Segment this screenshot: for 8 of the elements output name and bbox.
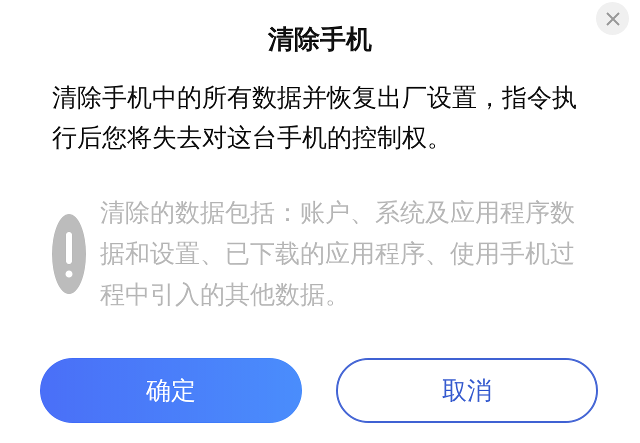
dialog-title: 清除手机 [266, 24, 373, 57]
close-icon [604, 10, 620, 26]
warning-icon [52, 214, 86, 294]
cancel-button[interactable]: 取消 [336, 358, 598, 423]
confirm-button[interactable]: 确定 [40, 358, 302, 423]
dialog-message: 清除手机中的所有数据并恢复出厂设置，指令执行后您将失去对这台手机的控制权。 [52, 82, 578, 154]
notice-text: 清除的数据包括：账户、系统及应用程序数据和设置、已下载的应用程序、使用手机过程中引入的其他数据。 [100, 197, 576, 311]
close-button[interactable] [596, 2, 629, 35]
